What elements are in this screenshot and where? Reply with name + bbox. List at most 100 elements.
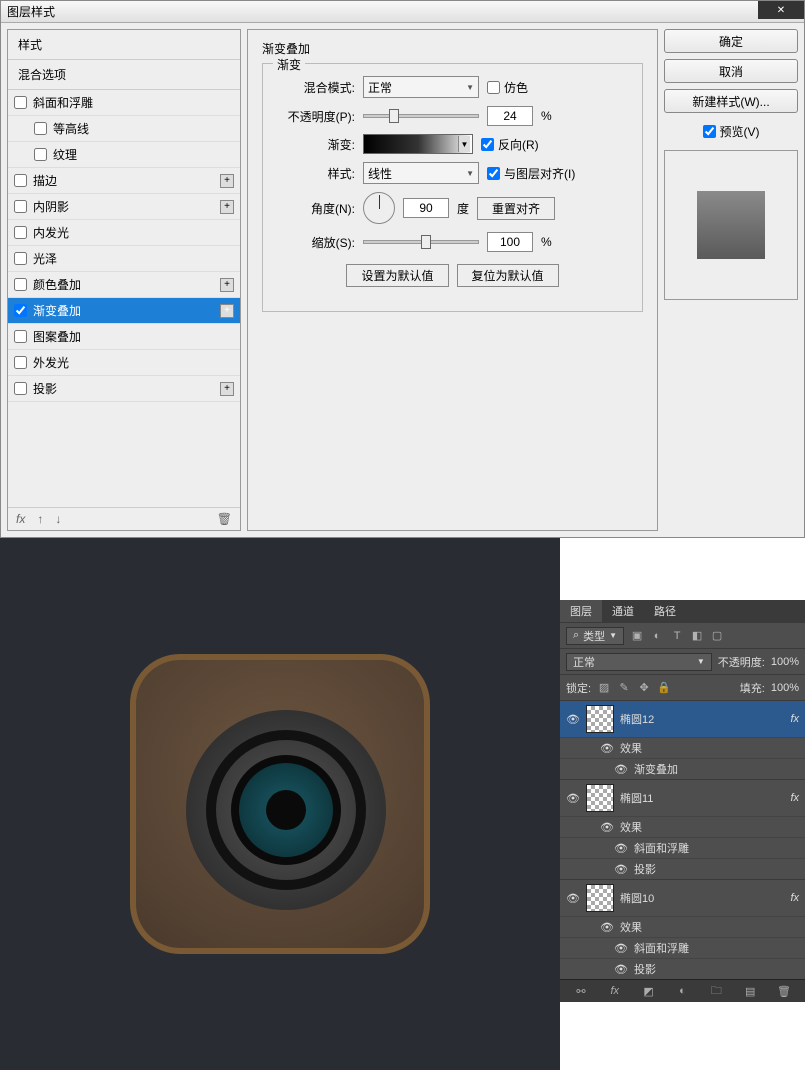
reverse-checkbox[interactable]: 反向(R) [481, 136, 539, 153]
effects-row[interactable]: 👁效果 [560, 737, 805, 758]
image-filter-icon[interactable]: ▣ [630, 629, 644, 643]
reset-default-button[interactable]: 复位为默认值 [457, 264, 559, 287]
reverse-checkbox-input[interactable] [481, 138, 494, 151]
style-checkbox[interactable] [34, 148, 47, 161]
style-row[interactable]: 斜面和浮雕 [8, 90, 240, 116]
trash-icon[interactable]: 🗑 [777, 984, 791, 998]
kind-filter[interactable]: ⌕ 类型 ▼ [566, 627, 624, 645]
visibility-icon[interactable]: 👁 [600, 821, 614, 834]
visibility-icon[interactable]: 👁 [600, 742, 614, 755]
layer-row[interactable]: 👁 椭圆10 fx [560, 879, 805, 916]
plus-icon[interactable]: + [220, 200, 234, 214]
fx-icon[interactable]: fx [608, 984, 622, 998]
style-checkbox[interactable] [14, 226, 27, 239]
style-checkbox[interactable] [14, 252, 27, 265]
plus-icon[interactable]: + [220, 278, 234, 292]
dither-checkbox-input[interactable] [487, 81, 500, 94]
angle-input[interactable]: 90 [403, 198, 449, 218]
plus-icon[interactable]: + [220, 304, 234, 318]
visibility-icon[interactable]: 👁 [600, 921, 614, 934]
visibility-icon[interactable]: 👁 [614, 942, 628, 955]
layer-row[interactable]: 👁 椭圆11 fx [560, 779, 805, 816]
link-icon[interactable]: ⚯ [574, 984, 588, 998]
visibility-icon[interactable]: 👁 [566, 892, 580, 905]
effect-item[interactable]: 👁投影 [560, 858, 805, 879]
style-row[interactable]: 等高线 [8, 116, 240, 142]
style-row[interactable]: 内阴影+ [8, 194, 240, 220]
style-row[interactable]: 描边+ [8, 168, 240, 194]
tab-channels[interactable]: 通道 [602, 600, 644, 622]
mask-icon[interactable]: ◩ [642, 984, 656, 998]
shape-filter-icon[interactable]: ◧ [690, 629, 704, 643]
style-checkbox[interactable] [14, 200, 27, 213]
plus-icon[interactable]: + [220, 382, 234, 396]
style-checkbox[interactable] [14, 278, 27, 291]
style-checkbox[interactable] [14, 330, 27, 343]
trash-icon[interactable]: 🗑 [217, 512, 232, 526]
style-checkbox[interactable] [34, 122, 47, 135]
visibility-icon[interactable]: 👁 [614, 963, 628, 976]
ok-button[interactable]: 确定 [664, 29, 798, 53]
layer-thumbnail[interactable] [586, 705, 614, 733]
set-default-button[interactable]: 设置为默认值 [346, 264, 448, 287]
blend-mode-select[interactable]: 正常 ▼ [363, 76, 479, 98]
smart-filter-icon[interactable]: ▢ [710, 629, 724, 643]
opacity-input[interactable]: 24 [487, 106, 533, 126]
dither-checkbox[interactable]: 仿色 [487, 79, 528, 96]
fx-icon[interactable]: fx [16, 512, 25, 526]
fill-value[interactable]: 100% [771, 682, 799, 694]
align-checkbox[interactable]: 与图层对齐(I) [487, 165, 575, 182]
visibility-icon[interactable]: 👁 [614, 842, 628, 855]
effect-item[interactable]: 👁渐变叠加 [560, 758, 805, 779]
effect-item[interactable]: 👁斜面和浮雕 [560, 837, 805, 858]
tab-paths[interactable]: 路径 [644, 600, 686, 622]
styles-header[interactable]: 样式 [8, 30, 240, 60]
new-layer-icon[interactable]: ▤ [743, 984, 757, 998]
style-checkbox[interactable] [14, 304, 27, 317]
style-checkbox[interactable] [14, 382, 27, 395]
plus-icon[interactable]: + [220, 174, 234, 188]
gradient-swatch[interactable]: ▼ [363, 134, 473, 154]
preview-checkbox-input[interactable] [703, 125, 716, 138]
reset-align-button[interactable]: 重置对齐 [477, 197, 555, 220]
tab-layers[interactable]: 图层 [560, 600, 602, 622]
effect-item[interactable]: 👁投影 [560, 958, 805, 979]
blend-options-row[interactable]: 混合选项 [8, 60, 240, 90]
style-select[interactable]: 线性 ▼ [363, 162, 479, 184]
style-row[interactable]: 光泽 [8, 246, 240, 272]
adjustment-icon[interactable]: ◐ [675, 984, 689, 998]
style-checkbox[interactable] [14, 356, 27, 369]
fx-badge[interactable]: fx [790, 713, 799, 725]
group-icon[interactable]: 🗀 [709, 984, 723, 998]
adjust-filter-icon[interactable]: ◐ [650, 629, 664, 643]
opacity-value[interactable]: 100% [771, 656, 799, 668]
fx-badge[interactable]: fx [790, 792, 799, 804]
style-row[interactable]: 渐变叠加+ [8, 298, 240, 324]
style-row[interactable]: 投影+ [8, 376, 240, 402]
lock-brush-icon[interactable]: ✎ [617, 681, 631, 695]
scale-slider[interactable] [363, 240, 479, 244]
scale-input[interactable]: 100 [487, 232, 533, 252]
style-checkbox[interactable] [14, 96, 27, 109]
style-row[interactable]: 外发光 [8, 350, 240, 376]
effects-row[interactable]: 👁效果 [560, 816, 805, 837]
style-row[interactable]: 内发光 [8, 220, 240, 246]
visibility-icon[interactable]: 👁 [566, 792, 580, 805]
chevron-down-icon[interactable]: ▼ [458, 136, 470, 152]
fx-badge[interactable]: fx [790, 892, 799, 904]
layer-thumbnail[interactable] [586, 784, 614, 812]
cancel-button[interactable]: 取消 [664, 59, 798, 83]
new-style-button[interactable]: 新建样式(W)... [664, 89, 798, 113]
angle-dial[interactable] [363, 192, 395, 224]
slider-thumb[interactable] [389, 109, 399, 123]
layer-row[interactable]: 👁 椭圆12 fx [560, 700, 805, 737]
slider-thumb[interactable] [421, 235, 431, 249]
lock-move-icon[interactable]: ✥ [637, 681, 651, 695]
style-checkbox[interactable] [14, 174, 27, 187]
style-row[interactable]: 图案叠加 [8, 324, 240, 350]
effects-row[interactable]: 👁效果 [560, 916, 805, 937]
blend-mode-select[interactable]: 正常 ▼ [566, 653, 712, 671]
preview-checkbox[interactable]: 预览(V) [664, 123, 798, 140]
style-row[interactable]: 纹理 [8, 142, 240, 168]
visibility-icon[interactable]: 👁 [566, 713, 580, 726]
